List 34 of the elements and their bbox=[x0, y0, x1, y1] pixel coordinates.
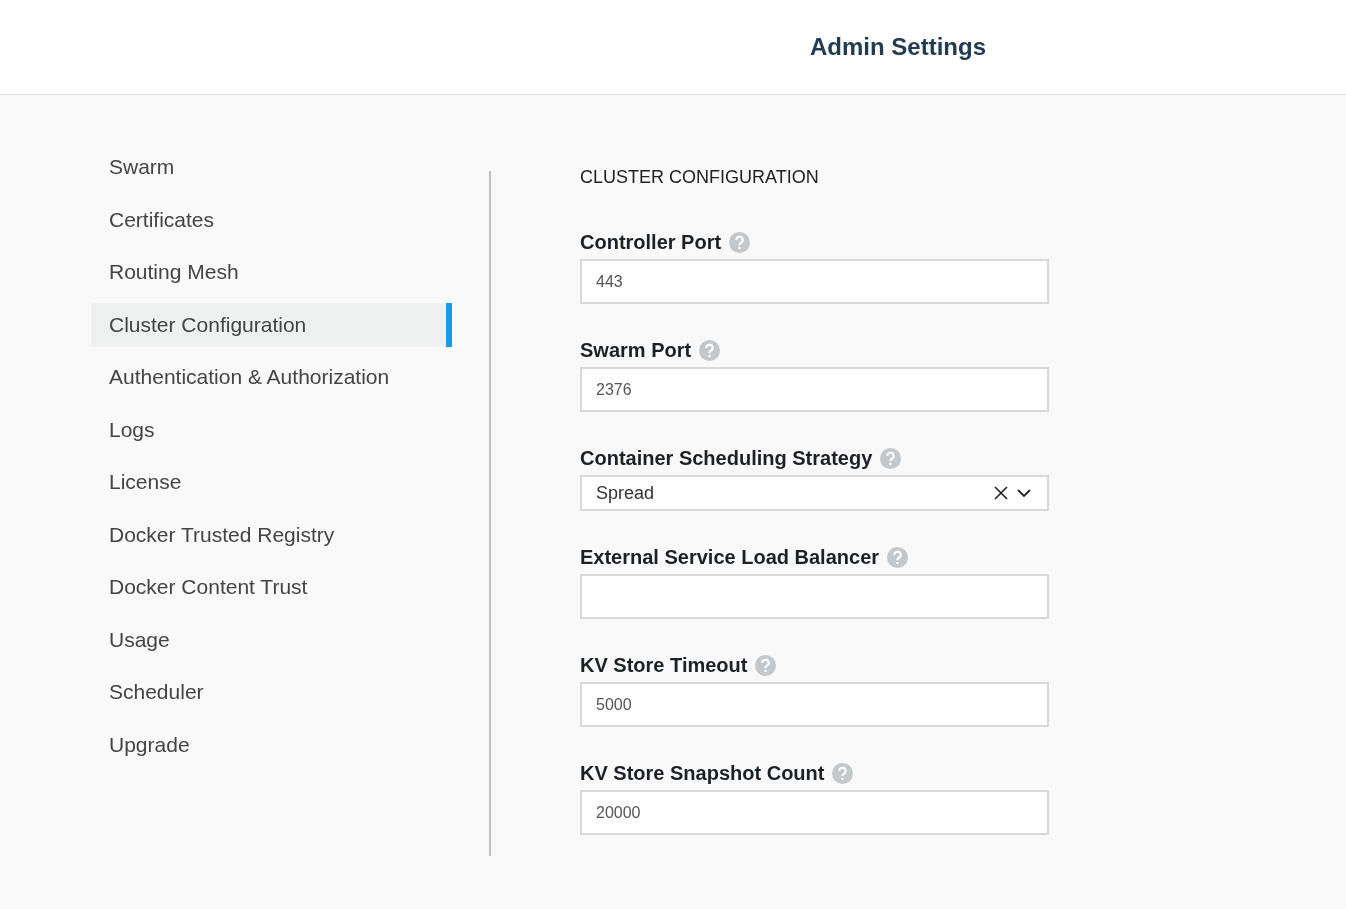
sidebar-item[interactable]: Logs bbox=[91, 407, 452, 452]
help-icon[interactable] bbox=[729, 231, 751, 253]
field-label: Container Scheduling Strategy bbox=[580, 446, 873, 470]
select-field[interactable]: Spread bbox=[580, 475, 1049, 511]
sidebar-item[interactable]: Routing Mesh bbox=[91, 250, 452, 294]
section-title: CLUSTER CONFIGURATION bbox=[580, 167, 820, 188]
help-icon[interactable] bbox=[887, 546, 909, 568]
help-icon[interactable] bbox=[880, 447, 902, 469]
chevron-down-icon[interactable] bbox=[1017, 488, 1031, 498]
input-field[interactable]: 443 bbox=[580, 259, 1049, 304]
help-icon[interactable] bbox=[832, 762, 854, 784]
sidebar-item[interactable]: Usage bbox=[91, 617, 452, 662]
sidebar-item[interactable]: Authentication & Authorization bbox=[91, 355, 452, 399]
sidebar-item[interactable]: Swarm bbox=[91, 145, 452, 189]
sidebar-item[interactable]: License bbox=[91, 460, 452, 504]
input-field[interactable] bbox=[580, 574, 1049, 619]
clear-icon[interactable] bbox=[994, 486, 1008, 500]
field-label: Swarm Port bbox=[580, 338, 692, 362]
page-title: Admin Settings bbox=[810, 33, 986, 61]
sidebar-item[interactable]: Certificates bbox=[91, 197, 452, 242]
sidebar-item[interactable]: Cluster Configuration bbox=[91, 302, 452, 347]
help-icon[interactable] bbox=[699, 339, 721, 361]
input-field[interactable]: 2376 bbox=[580, 367, 1049, 412]
sidebar-item[interactable]: Upgrade bbox=[91, 722, 452, 767]
field-label: Controller Port bbox=[580, 230, 722, 254]
input-field[interactable]: 20000 bbox=[580, 790, 1049, 835]
sidebar-item[interactable]: Docker Content Trust bbox=[91, 565, 452, 609]
field-label: KV Store Timeout bbox=[580, 653, 748, 677]
sidebar-item[interactable]: Scheduler bbox=[91, 670, 452, 714]
field-label: KV Store Snapshot Count bbox=[580, 761, 825, 785]
help-icon[interactable] bbox=[755, 654, 777, 676]
field-label: External Service Load Balancer bbox=[580, 545, 880, 569]
input-field[interactable]: 5000 bbox=[580, 682, 1049, 727]
sidebar-item[interactable]: Docker Trusted Registry bbox=[91, 512, 452, 557]
